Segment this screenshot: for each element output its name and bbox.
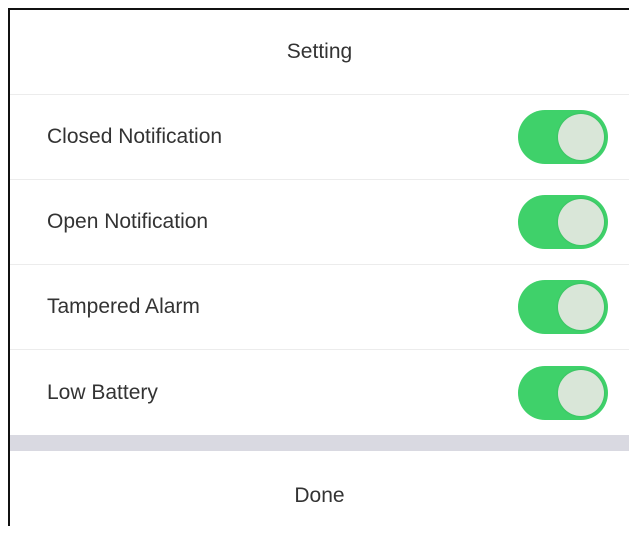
setting-label: Closed Notification: [47, 125, 223, 148]
low-battery-toggle[interactable]: [518, 365, 608, 420]
section-divider: [10, 435, 629, 451]
toggle-knob: [558, 114, 604, 160]
setting-label: Tampered Alarm: [47, 295, 200, 318]
closed-notification-toggle[interactable]: [518, 110, 608, 164]
done-button-label: Done: [294, 484, 345, 507]
setting-row-open-notification: Open Notification: [10, 180, 629, 265]
settings-dialog: Setting Closed Notification Open Notific…: [8, 8, 629, 526]
setting-label: Open Notification: [47, 210, 209, 233]
tampered-alarm-toggle[interactable]: [518, 280, 608, 334]
toggle-knob: [558, 199, 604, 245]
setting-row-closed-notification: Closed Notification: [10, 95, 629, 180]
setting-label: Low Battery: [47, 380, 158, 404]
done-button[interactable]: Done: [10, 451, 629, 541]
dialog-title: Setting: [286, 40, 353, 63]
toggle-knob: [558, 369, 604, 416]
title-bar: Setting: [10, 10, 629, 95]
setting-row-low-battery: Low Battery: [10, 350, 629, 435]
toggle-knob: [558, 284, 604, 330]
setting-row-tampered-alarm: Tampered Alarm: [10, 265, 629, 350]
open-notification-toggle[interactable]: [518, 195, 608, 249]
